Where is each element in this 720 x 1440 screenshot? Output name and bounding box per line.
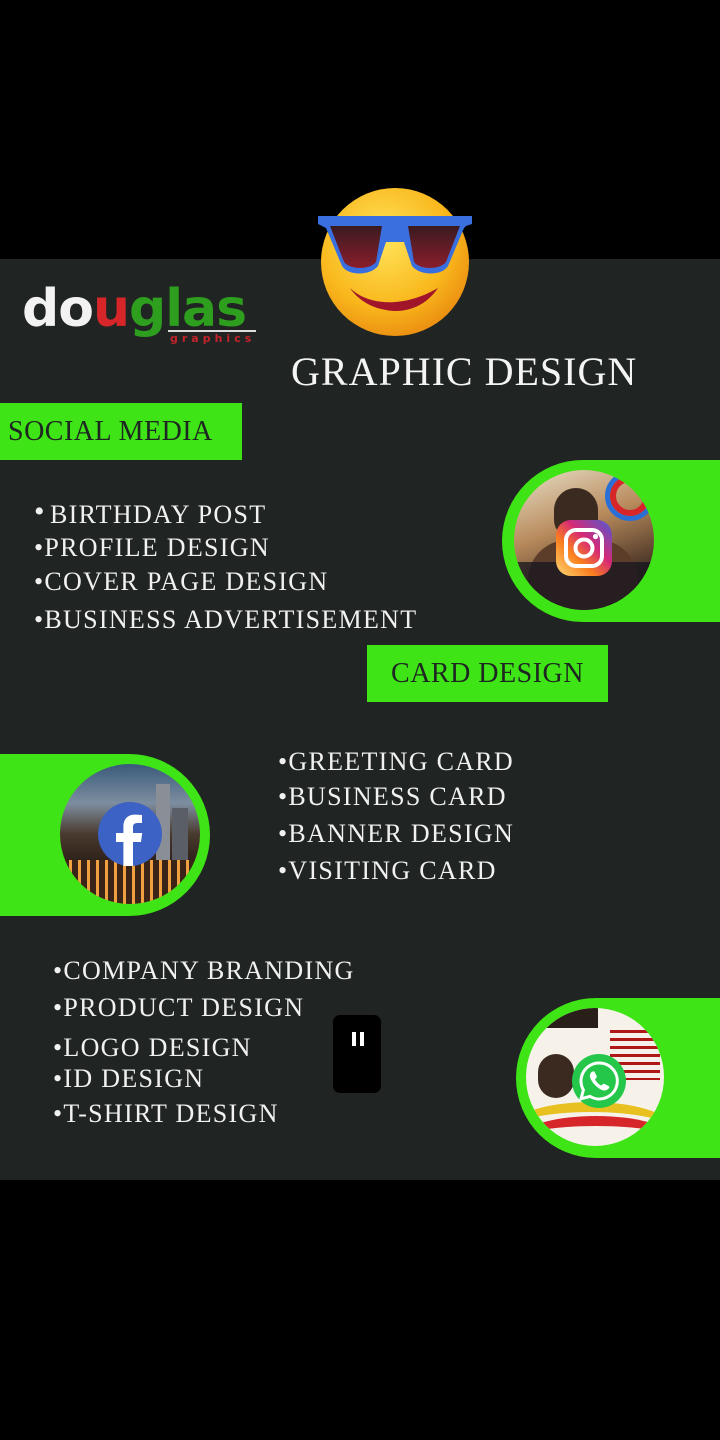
list-item: •COMPANY BRANDING <box>53 956 355 985</box>
list-item: •LOGO DESIGN <box>53 1033 252 1062</box>
list-item: •VISITING CARD <box>278 856 497 885</box>
list-item: •BANNER DESIGN <box>278 819 515 848</box>
list-item: •ID DESIGN <box>53 1064 205 1093</box>
facebook-badge <box>0 754 210 916</box>
logo-text-part1: do <box>22 279 94 339</box>
city-lights <box>60 860 200 904</box>
whatsapp-photo <box>526 1008 664 1146</box>
list-item: •T-SHIRT DESIGN <box>53 1099 279 1128</box>
list-item: •BUSINESS ADVERTISEMENT <box>34 605 418 634</box>
list-item: •BUSINESS CARD <box>278 782 507 811</box>
logo-subtitle: graphics <box>170 332 256 345</box>
swoosh-red <box>526 1116 664 1146</box>
whatsapp-icon <box>572 1054 626 1108</box>
list-item: •COVER PAGE DESIGN <box>34 567 329 596</box>
instagram-icon <box>556 520 612 576</box>
brand-logo: douglas graphics <box>22 283 262 347</box>
facebook-photo <box>60 764 200 904</box>
whatsapp-badge <box>516 998 720 1158</box>
instagram-photo <box>514 470 654 610</box>
card-design-tag: CARD DESIGN <box>367 645 608 702</box>
list-item: •PROFILE DESIGN <box>34 533 270 562</box>
bullet: • <box>34 495 46 528</box>
headline: GRAPHIC DESIGN <box>291 349 638 394</box>
person-head <box>538 1054 574 1098</box>
building <box>172 808 188 868</box>
list-item: BIRTHDAY POST <box>50 500 267 529</box>
pause-icon <box>360 1032 364 1046</box>
social-media-tag: SOCIAL MEDIA <box>0 403 242 460</box>
pause-button[interactable] <box>332 1014 382 1094</box>
banner-strip <box>526 1008 598 1028</box>
instagram-badge <box>502 460 720 622</box>
list-item: •GREETING CARD <box>278 747 515 776</box>
sunglasses-emoji-icon <box>318 188 472 336</box>
facebook-icon <box>98 802 162 866</box>
decor-ring <box>610 476 650 516</box>
list-item: •PRODUCT DESIGN <box>53 993 305 1022</box>
logo-text-part2: u <box>92 279 130 339</box>
pause-icon <box>352 1032 356 1046</box>
